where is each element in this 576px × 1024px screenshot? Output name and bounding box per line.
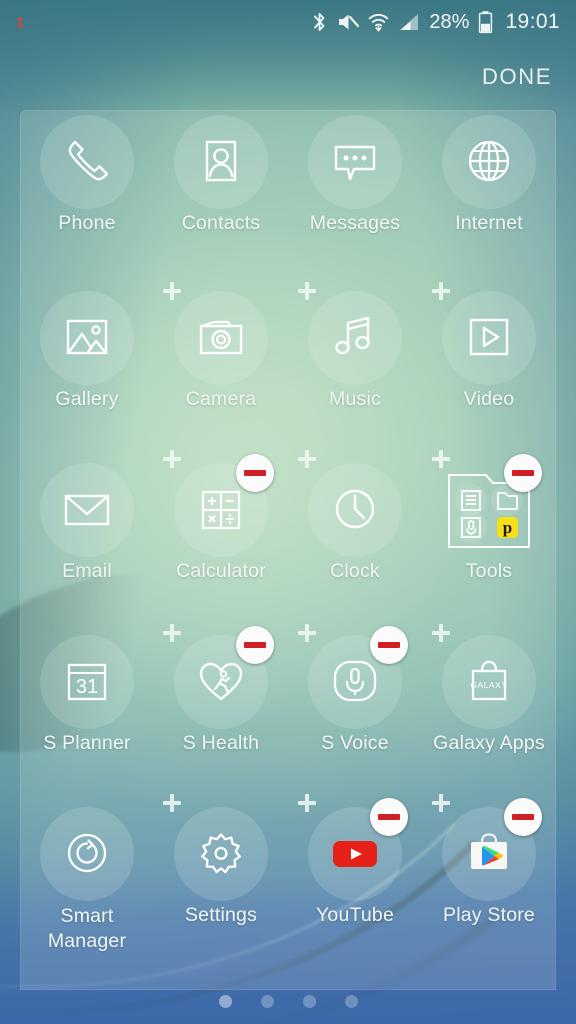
done-button[interactable]: DONE [482,64,552,90]
app-label: Video [463,388,515,410]
app-folder-tools[interactable]: p Tools [422,454,556,583]
home-screen: 1 28% 19:01 DONE Phone Contacts Messages… [0,0,576,1024]
app-icon-s-planner[interactable]: 31 S Planner [20,630,154,755]
notification-count-badge: 1 [16,12,24,32]
app-icon-video[interactable]: Video [422,286,556,411]
signal-icon [398,11,420,33]
app-label: Tools [465,560,513,582]
app-label: S Planner [43,732,131,754]
app-label: Gallery [55,388,119,410]
app-row: Phone Contacts Messages Internet [20,110,556,286]
wifi-icon [368,11,389,33]
app-icon-galaxy-apps[interactable]: GALAXY Galaxy Apps [422,630,556,755]
page-indicator[interactable] [0,995,576,1008]
remove-badge[interactable] [504,454,542,492]
galaxy-bag-text: GALAXY [470,680,507,690]
microphone-icon [326,653,384,711]
edit-mode-header: DONE [0,58,576,106]
app-row: Gallery Camera Music Video [20,286,556,458]
messages-icon [326,133,384,191]
battery-percent-label: 28% [429,10,470,33]
phone-icon [58,133,116,191]
mute-icon [337,11,360,33]
app-label: Messages [309,212,401,234]
app-row: Email Calculator Clock p Tools [20,454,556,630]
bluetooth-icon [311,11,328,33]
app-icon-smart-manager[interactable]: Smart Manager [20,802,154,954]
app-row: Smart Manager Settings YouTube Play Stor… [20,798,556,974]
app-icon-gallery[interactable]: Gallery [20,286,154,411]
page-dot[interactable] [260,995,274,1008]
app-icon-calculator[interactable]: Calculator [154,454,288,583]
app-label: Email [62,560,112,582]
smart-manager-icon [58,825,116,883]
app-icon-messages[interactable]: Messages [288,110,422,235]
play-store-icon [460,825,518,883]
app-label: Galaxy Apps [433,732,545,754]
app-icon-clock[interactable]: Clock [288,458,422,583]
status-bar-clock: 19:01 [505,10,560,33]
app-label: YouTube [315,904,395,926]
app-label: Settings [184,904,258,926]
gear-icon [192,825,250,883]
app-icon-contacts[interactable]: Contacts [154,110,288,235]
remove-badge[interactable] [370,626,408,664]
svg-text:p: p [503,518,512,537]
app-icon-play-store[interactable]: Play Store [422,798,556,927]
calendar-icon: 31 [58,653,116,711]
email-icon [58,481,116,539]
internet-icon [460,133,518,191]
app-icon-settings[interactable]: Settings [154,802,288,927]
music-icon [326,309,384,367]
app-label: Internet [455,212,523,234]
page-dot[interactable] [344,995,358,1008]
page-dot[interactable] [302,995,316,1008]
calendar-day-number: 31 [76,676,98,698]
galaxy-apps-bag-icon: GALAXY [460,653,518,711]
app-icon-s-health[interactable]: S Health [154,626,288,755]
app-label: Contacts [181,212,261,234]
app-icon-youtube[interactable]: YouTube [288,798,422,927]
health-heart-icon [192,653,250,711]
youtube-icon [326,825,384,883]
remove-badge[interactable] [236,454,274,492]
app-icon-music[interactable]: Music [288,286,422,411]
video-icon [460,309,518,367]
app-label: Phone [58,212,116,234]
contacts-icon [192,133,250,191]
app-label: Music [329,388,381,410]
app-label: Clock [330,560,380,582]
app-row: 31 S Planner S Health S Voice GALAXY Gal… [20,626,556,802]
app-icon-email[interactable]: Email [20,458,154,583]
app-icon-phone[interactable]: Phone [20,110,154,235]
app-icon-s-voice[interactable]: S Voice [288,626,422,755]
app-label: Play Store [443,904,535,926]
app-label: Camera [185,388,257,410]
battery-icon [478,10,493,34]
status-bar: 1 28% 19:01 [0,0,576,44]
page-dot[interactable] [218,995,232,1008]
app-label: Calculator [176,560,266,582]
clock-icon [326,481,384,539]
app-icon-camera[interactable]: Camera [154,286,288,411]
calculator-icon [192,481,250,539]
app-label: S Health [182,732,260,754]
gallery-icon [58,309,116,367]
camera-icon [192,309,250,367]
app-label: S Voice [321,732,389,754]
remove-badge[interactable] [236,626,274,664]
remove-badge[interactable] [504,798,542,836]
remove-badge[interactable] [370,798,408,836]
app-icon-internet[interactable]: Internet [422,110,556,235]
app-grid: Phone Contacts Messages Internet Gallery… [20,110,556,974]
app-label: Smart Manager [47,905,127,952]
